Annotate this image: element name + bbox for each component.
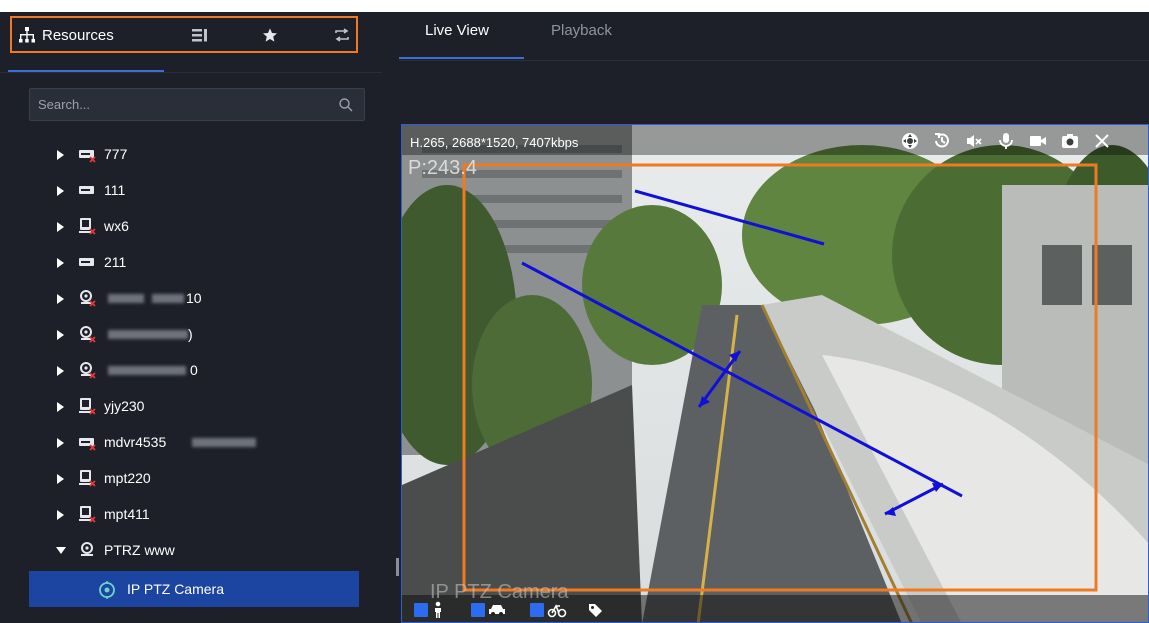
tree-item-camera-group[interactable]: ) — [0, 316, 382, 352]
tree-item-211[interactable]: 211 — [0, 244, 382, 280]
org-tree-icon — [19, 27, 35, 43]
expand-caret-icon[interactable] — [57, 186, 64, 196]
tree-item-label: ) — [188, 326, 193, 342]
person-icon — [435, 601, 441, 618]
video-frame — [402, 125, 1148, 622]
video-window[interactable]: H.265, 2688*1520, 7407kbps P:243.4 IP PT… — [401, 124, 1149, 623]
tree-item-111[interactable]: 111 — [0, 172, 382, 208]
camera-group-offline-icon — [80, 290, 96, 307]
search-input[interactable]: Search... — [29, 88, 365, 121]
nvr-icon — [79, 258, 94, 266]
encoder-offline-icon — [79, 470, 96, 487]
encoder-offline-icon — [79, 398, 96, 415]
top-strip — [0, 0, 1149, 12]
tree-item-label: PTRZ www — [104, 542, 175, 558]
view-list-icon — [192, 29, 207, 42]
expand-caret-icon[interactable] — [57, 474, 64, 484]
tree-item-camera-group[interactable]: 0 — [0, 352, 382, 388]
tree-item-label: yjy230 — [104, 398, 145, 414]
tree-item-label: 211 — [104, 254, 127, 270]
bicycle-icon — [547, 604, 567, 618]
person-filter-checkbox[interactable] — [414, 603, 428, 617]
tab-live-view[interactable]: Live View — [425, 22, 489, 39]
microphone-icon[interactable] — [996, 131, 1016, 151]
ptz-position: P:243.4 — [408, 157, 477, 179]
tab-playback[interactable]: Playback — [551, 22, 612, 39]
blurred-text — [108, 366, 186, 375]
expand-caret-icon[interactable] — [57, 438, 64, 448]
expand-caret-icon[interactable] — [57, 510, 64, 520]
blurred-text — [152, 294, 184, 303]
tag-icon[interactable] — [587, 602, 603, 618]
expand-caret-icon[interactable] — [57, 150, 64, 160]
camera-group-offline-icon — [80, 326, 96, 343]
blurred-text — [108, 330, 188, 339]
tree-item-camera-group[interactable]: 10 — [0, 280, 382, 316]
panel-divider — [0, 72, 382, 73]
mute-icon[interactable] — [964, 131, 984, 151]
tab-resources[interactable]: Resources — [18, 25, 114, 45]
blurred-text — [108, 294, 144, 303]
video-toolbar — [888, 131, 1112, 151]
tree-item-label: 111 — [104, 182, 126, 198]
resources-panel: Resources Search... 777 111 wx6 211 10)… — [0, 12, 382, 623]
tree-item-label: 777 — [104, 146, 128, 162]
snapshot-icon[interactable] — [1060, 131, 1080, 151]
expand-caret-icon[interactable] — [57, 402, 64, 412]
tree-item-label: mdvr4535 — [104, 434, 167, 450]
resource-tab-group: Resources — [10, 16, 358, 53]
expand-caret-icon[interactable] — [57, 294, 64, 304]
tree-item-mdvr4535[interactable]: mdvr4535 — [0, 424, 382, 460]
tree-item-label: 0 — [190, 362, 198, 378]
bike-filter-checkbox[interactable] — [530, 603, 544, 617]
nvr-offline-icon — [79, 438, 96, 451]
encoder-offline-icon — [79, 506, 96, 523]
playback-icon[interactable] — [932, 131, 952, 151]
tree-item-yjy230[interactable]: yjy230 — [0, 388, 382, 424]
search-icon[interactable] — [338, 97, 354, 113]
active-tab-underline — [399, 57, 524, 59]
collapse-caret-icon[interactable] — [56, 547, 66, 554]
tab-views[interactable] — [192, 25, 208, 45]
nvr-offline-icon — [79, 150, 96, 163]
nvr-icon — [79, 186, 94, 194]
ptz-icon[interactable] — [900, 131, 920, 151]
expand-caret-icon[interactable] — [57, 366, 64, 376]
blurred-text — [192, 438, 256, 447]
star-icon — [263, 28, 277, 42]
tree-item-mpt220[interactable]: mpt220 — [0, 460, 382, 496]
expand-caret-icon[interactable] — [57, 258, 64, 268]
view-tab-bar: Live View Playback — [399, 12, 1149, 61]
expand-caret-icon[interactable] — [57, 222, 64, 232]
panel-splitter[interactable] — [382, 12, 396, 623]
tree-item-label: 10 — [186, 290, 202, 306]
codec-info: H.265, 2688*1520, 7407kbps — [410, 135, 579, 150]
close-icon[interactable] — [1092, 131, 1112, 151]
tree-item-wx6[interactable]: wx6 — [0, 208, 382, 244]
tree-item-label: wx6 — [104, 218, 129, 234]
switch-icon — [335, 28, 349, 42]
ptz-camera-icon — [99, 581, 115, 599]
tree-item-ip-ptz-camera[interactable]: IP PTZ Camera — [29, 571, 359, 607]
camera-group-offline-icon — [80, 362, 96, 379]
camera-group-icon — [81, 542, 93, 556]
expand-caret-icon[interactable] — [57, 330, 64, 340]
tree-item-label: IP PTZ Camera — [127, 581, 224, 597]
tree-item-mpt411[interactable]: mpt411 — [0, 496, 382, 532]
tree-item-777[interactable]: 777 — [0, 136, 382, 172]
tree-item-label: mpt220 — [104, 470, 151, 486]
record-icon[interactable] — [1028, 131, 1048, 151]
tree-item-label: mpt411 — [104, 506, 150, 522]
encoder-offline-icon — [79, 218, 96, 235]
tree-item-ptrz-www[interactable]: PTRZ www — [0, 532, 382, 568]
tab-favorites[interactable] — [262, 25, 278, 45]
car-icon — [489, 605, 505, 616]
vehicle-filter-checkbox[interactable] — [471, 603, 485, 617]
camera-name-overlay: IP PTZ Camera — [430, 581, 569, 603]
tab-resources-label: Resources — [42, 26, 114, 44]
search-placeholder: Search... — [38, 97, 91, 112]
tab-sequence[interactable] — [334, 25, 350, 45]
